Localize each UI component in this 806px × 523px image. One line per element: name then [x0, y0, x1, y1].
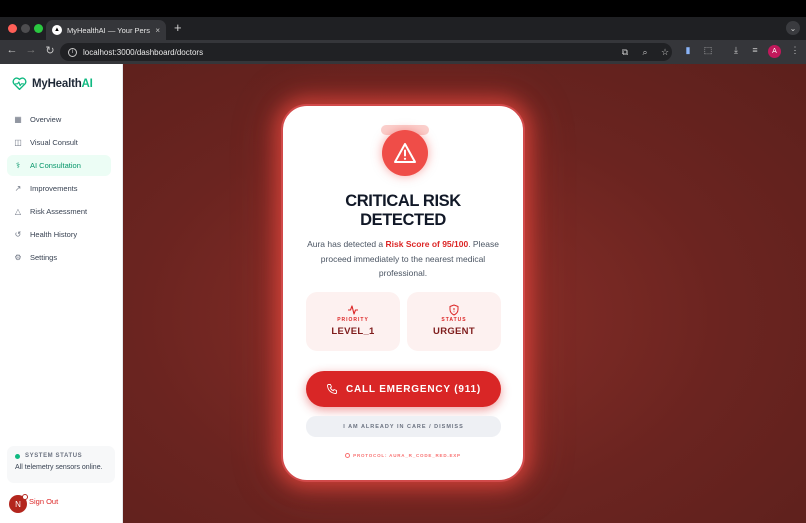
sidebar-item-ai-consultation[interactable]: ⚕ AI Consultation [7, 155, 111, 176]
system-status-header: SYSTEM STATUS [15, 453, 107, 459]
sidebar-item-label: Improvements [30, 184, 78, 193]
bookmark-star-icon[interactable]: ☆ [658, 47, 672, 58]
url-text[interactable]: localhost:3000/dashboard/doctors [83, 48, 612, 57]
download-icon[interactable]: ⤓ [729, 45, 743, 56]
brand-logo[interactable]: MyHealthAI [12, 77, 93, 90]
sidebar-item-settings[interactable]: ⚙ Settings [7, 247, 111, 268]
brand-name-main: MyHealth [32, 77, 82, 90]
back-arrow-icon[interactable]: ← [5, 44, 19, 56]
sidebar-nav: ▦ Overview ◫ Visual Consult ⚕ AI Consult… [7, 109, 111, 270]
sidebar-item-label: Health History [30, 230, 78, 239]
status-label: STATUS [441, 317, 467, 323]
risk-score-text: Risk Score of 95/100 [385, 239, 469, 249]
status-dot-icon [15, 453, 20, 459]
system-status-message: All telemetry sensors online. [15, 464, 103, 471]
screen-top-strip [0, 0, 806, 17]
desc-prefix: Aura has detected a [307, 239, 386, 249]
dismiss-button[interactable]: I AM ALREADY IN CARE / DISMISS [306, 416, 501, 437]
minimize-window-button[interactable] [21, 24, 30, 33]
maximize-window-button[interactable] [34, 24, 43, 33]
sidebar-item-overview[interactable]: ▦ Overview [7, 109, 111, 130]
site-info-icon[interactable]: i [68, 47, 77, 57]
clock-icon [345, 453, 351, 458]
tab-search-icon[interactable]: ⌄ [786, 21, 800, 35]
sidebar-item-improvements[interactable]: ↗ Improvements [7, 178, 111, 199]
browser-toolbar: ← → ↻ i localhost:3000/dashboard/doctors… [0, 40, 806, 64]
system-status-label: SYSTEM STATUS [25, 453, 83, 459]
brand-name: MyHealthAI [32, 78, 93, 90]
camera-icon: ◫ [14, 138, 22, 147]
translate-icon[interactable]: ⧉ [618, 47, 632, 58]
forward-arrow-icon[interactable]: → [24, 44, 38, 56]
sidebar-item-label: Settings [30, 253, 58, 262]
critical-risk-modal: CRITICAL RISK DETECTED Aura has detected… [281, 104, 525, 482]
sidebar-item-visual-consult[interactable]: ◫ Visual Consult [7, 132, 111, 153]
status-value: URGENT [433, 326, 475, 337]
profile-avatar[interactable]: A [768, 45, 781, 58]
history-icon: ↺ [14, 230, 22, 239]
user-avatar[interactable]: N [9, 494, 28, 513]
close-window-button[interactable] [8, 24, 17, 33]
sidebar-item-risk-assessment[interactable]: △ Risk Assessment [7, 201, 111, 222]
sidebar-item-label: AI Consultation [30, 161, 81, 170]
system-status-panel: SYSTEM STATUS All telemetry sensors onli… [7, 446, 115, 483]
address-bar[interactable]: i localhost:3000/dashboard/doctors ⧉ ⌕ ☆ [60, 43, 672, 61]
warning-triangle-icon: △ [14, 207, 22, 216]
favicon-icon: ▲ [52, 25, 62, 35]
shield-alert-icon [407, 303, 501, 316]
pulse-icon [306, 303, 400, 315]
new-tab-button[interactable]: + [174, 20, 182, 35]
browser-menu-icon[interactable]: ⋮ [788, 45, 802, 56]
user-avatar-initial: N [15, 499, 21, 509]
tab-title: MyHealthAI — Your Personal [67, 25, 150, 35]
alert-title-line2: DETECTED [360, 211, 446, 229]
trend-arrow-icon: ↗ [14, 184, 22, 193]
reload-icon[interactable]: ↻ [43, 44, 57, 57]
priority-value: LEVEL_1 [331, 326, 375, 337]
notification-badge [22, 494, 28, 500]
gear-icon: ⚙ [14, 253, 22, 262]
call-emergency-button[interactable]: CALL EMERGENCY (911) [306, 371, 501, 407]
heart-pulse-icon [12, 77, 27, 90]
priority-label: PRIORITY [337, 317, 369, 323]
modal-overlay: CRITICAL RISK DETECTED Aura has detected… [123, 64, 806, 523]
protocol-footer: PROTOCOL: AURA_R_CODE_RED.EXP [283, 453, 523, 458]
alert-description: Aura has detected a Risk Score of 95/100… [303, 237, 503, 281]
call-emergency-label: CALL EMERGENCY (911) [345, 383, 482, 395]
tab-close-icon[interactable]: × [155, 26, 160, 35]
stethoscope-icon: ⚕ [15, 161, 21, 170]
zoom-icon[interactable]: ⌕ [638, 47, 652, 58]
media-queue-icon[interactable]: ≡ [748, 45, 762, 55]
grid-icon: ▦ [14, 115, 22, 124]
brand-name-accent: AI [81, 77, 93, 90]
sidebar-item-label: Overview [30, 115, 62, 124]
warning-triangle-icon [394, 143, 416, 163]
warning-badge [382, 130, 428, 176]
extension-icon[interactable]: ▮ [681, 45, 695, 56]
sidebar-item-label: Visual Consult [30, 138, 78, 147]
alert-title-line1: CRITICAL RISK [345, 192, 461, 210]
puzzle-extensions-icon[interactable]: ⬚ [701, 45, 715, 56]
phone-icon [326, 384, 337, 394]
priority-card: PRIORITY LEVEL_1 [306, 292, 400, 351]
app-sidebar: MyHealthAI ▦ Overview ◫ Visual Consult ⚕… [0, 64, 123, 523]
browser-tab-bar: ▲ MyHealthAI — Your Personal × + ⌄ [0, 17, 806, 40]
status-card: STATUS URGENT [407, 292, 501, 351]
protocol-text: PROTOCOL: AURA_R_CODE_RED.EXP [353, 453, 461, 458]
alert-title: CRITICAL RISK DETECTED [283, 192, 523, 230]
browser-tab[interactable]: ▲ MyHealthAI — Your Personal × [46, 20, 166, 40]
sidebar-item-label: Risk Assessment [30, 207, 88, 216]
sign-out-link[interactable]: Sign Out [29, 497, 58, 506]
sidebar-item-health-history[interactable]: ↺ Health History [7, 224, 111, 245]
